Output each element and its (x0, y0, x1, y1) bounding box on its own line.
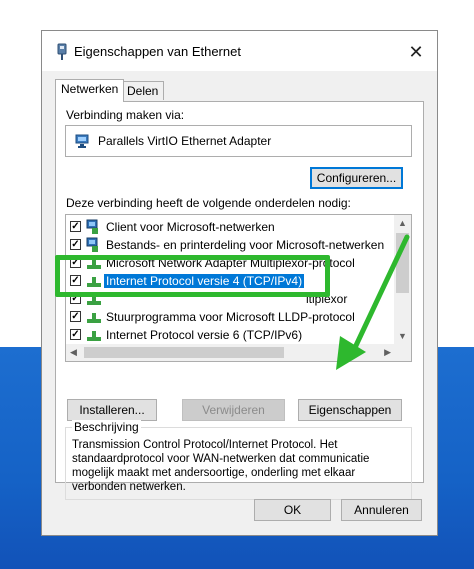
configure-button[interactable]: Configureren... (310, 167, 403, 189)
checkbox[interactable]: ✓ (70, 239, 81, 250)
scroll-left-icon[interactable]: ◀ (70, 347, 77, 358)
list-item[interactable]: ✓ Client voor Microsoft-netwerken (66, 218, 394, 236)
install-button[interactable]: Installeren... (67, 399, 157, 421)
description-title: Beschrijving (72, 420, 141, 434)
protocol-icon (87, 313, 101, 323)
ethernet-adapter-icon (57, 43, 67, 60)
components-label: Deze verbinding heeft de volgende onderd… (66, 196, 351, 210)
scroll-thumb[interactable] (396, 233, 409, 293)
tab-netwerken[interactable]: Netwerken (55, 79, 125, 102)
adapter-box: Parallels VirtIO Ethernet Adapter (65, 125, 412, 157)
file-printer-sharing-icon (86, 237, 98, 252)
close-icon: ✕ (408, 42, 424, 62)
horizontal-scrollbar[interactable]: ◀ ▶ (66, 344, 411, 361)
list-item[interactable]: ✓ Bestands- en printerdeling voor Micros… (66, 236, 394, 254)
list-item-label: Internet Protocol versie 6 (TCP/IPv6) (106, 328, 303, 342)
checkbox[interactable]: ✓ (70, 311, 81, 322)
window-title: Eigenschappen van Ethernet (74, 44, 241, 59)
list-item-label: Bestands- en printerdeling voor Microsof… (106, 238, 385, 252)
ok-button[interactable]: OK (254, 499, 331, 521)
scroll-thumb[interactable] (84, 347, 284, 358)
list-item[interactable]: ✓ Stuurprogramma voor Microsoft LLDP-pro… (66, 308, 394, 326)
adapter-name: Parallels VirtIO Ethernet Adapter (98, 134, 272, 148)
network-adapter-icon (75, 134, 89, 148)
list-item[interactable]: ✓ Internet Protocol versie 6 (TCP/IPv6) (66, 326, 394, 344)
description-group: Beschrijving Transmission Control Protoc… (65, 420, 412, 500)
list-item-label: Client voor Microsoft-netwerken (106, 220, 275, 234)
checkbox[interactable]: ✓ (70, 221, 81, 232)
cancel-button[interactable]: Annuleren (341, 499, 422, 521)
scroll-up-icon[interactable]: ▲ (398, 218, 407, 228)
scroll-right-icon[interactable]: ▶ (384, 347, 391, 358)
scroll-down-icon[interactable]: ▼ (398, 331, 407, 341)
list-item-label: Stuurprogramma voor Microsoft LLDP-proto… (106, 310, 355, 324)
protocol-icon (87, 331, 101, 341)
network-client-icon (86, 219, 98, 234)
close-button[interactable]: ✕ (403, 39, 429, 65)
properties-button[interactable]: Eigenschappen (298, 399, 402, 421)
vertical-scrollbar[interactable]: ▲ ▼ (394, 215, 411, 345)
description-text: Transmission Control Protocol/Internet P… (72, 439, 370, 493)
remove-button[interactable]: Verwijderen (182, 399, 285, 421)
title-bar: Eigenschappen van Ethernet ✕ (42, 31, 437, 71)
tab-delen[interactable]: Delen (121, 81, 165, 100)
checkbox[interactable]: ✓ (70, 329, 81, 340)
highlight-box (55, 255, 330, 297)
connect-via-label: Verbinding maken via: (66, 108, 185, 122)
